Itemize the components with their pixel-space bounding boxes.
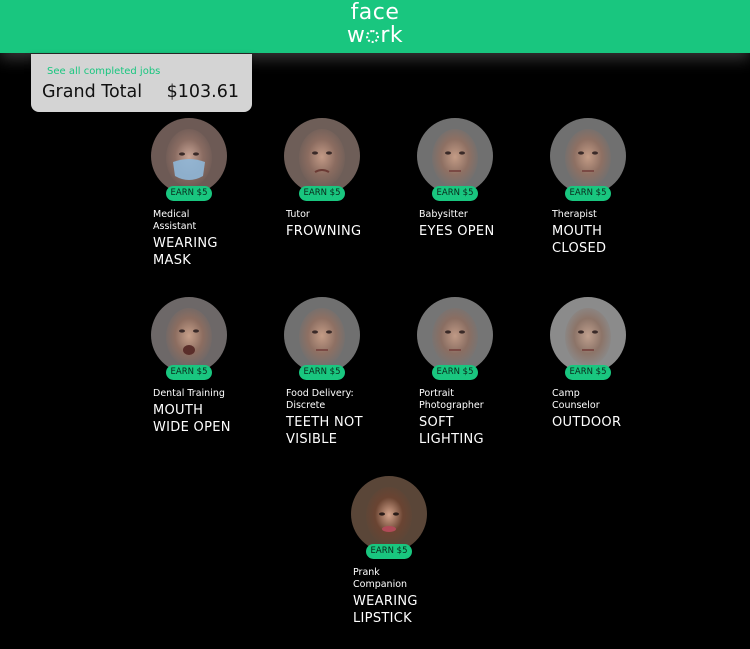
job-card[interactable]: EARN $5 Food Delivery: Discrete TEETH NOT VI… — [284, 297, 404, 467]
job-title: Prank Companion — [353, 567, 465, 591]
job-requirement-line: LIGHTING — [419, 431, 484, 447]
job-title: Therapist — [552, 209, 664, 221]
job-title: Dental Training — [153, 388, 265, 400]
job-requirement-line: WEARING — [153, 236, 218, 251]
job-requirement: WEARING MASK — [153, 236, 265, 269]
earn-badge[interactable]: EARN $5 — [565, 365, 611, 380]
face-photo — [151, 118, 227, 194]
job-requirement-line: SOFT — [419, 415, 454, 430]
logo-word-face: face — [350, 0, 400, 25]
job-title-line: Counselor — [552, 400, 600, 411]
job-title: Medical Assistant — [153, 209, 265, 233]
logo-rk: rk — [380, 23, 404, 48]
job-card[interactable]: EARN $5 Camp Counselor OUTDOOR — [550, 297, 670, 467]
job-requirement-line: WIDE OPEN — [153, 419, 231, 435]
job-requirement-line: MOUTH — [153, 403, 204, 418]
face-photo — [351, 476, 427, 552]
job-requirement: MOUTH WIDE OPEN — [153, 403, 265, 436]
job-title-line: Discrete — [286, 400, 326, 411]
face-photo — [550, 118, 626, 194]
job-title-line: Medical — [153, 209, 190, 220]
job-title: Portrait Photographer — [419, 388, 531, 412]
face-photo — [151, 297, 227, 373]
job-requirement-line: VISIBLE — [286, 431, 338, 447]
grand-total-card: See all completed jobs Grand Total $103.… — [31, 54, 252, 112]
earn-badge[interactable]: EARN $5 — [432, 365, 478, 380]
face-photo — [417, 297, 493, 373]
earn-badge[interactable]: EARN $5 — [432, 186, 478, 201]
face-photo — [550, 297, 626, 373]
job-requirement: SOFT LIGHTING — [419, 415, 531, 448]
app-root: face w rk See all completed jobs Grand To… — [0, 0, 750, 649]
job-title-line: Photographer — [419, 400, 484, 411]
job-title-line: Babysitter — [419, 209, 468, 220]
job-title-line: Therapist — [552, 209, 597, 220]
job-requirement-line: CLOSED — [552, 240, 607, 256]
job-requirement-line: MOUTH — [552, 224, 603, 239]
job-title: Tutor — [286, 209, 398, 221]
job-requirement-line: LIPSTICK — [353, 610, 412, 626]
job-title-line: Prank — [353, 567, 380, 578]
logo-dotted-o-icon — [366, 30, 380, 43]
job-requirement: TEETH NOT VISIBLE — [286, 415, 398, 448]
job-requirement: MOUTH CLOSED — [552, 224, 664, 257]
job-card[interactable]: EARN $5 Medical Assistant WEARING MASK — [151, 118, 271, 288]
job-card[interactable]: EARN $5 Dental Training MOUTH WIDE OPEN — [151, 297, 271, 467]
face-photo — [284, 118, 360, 194]
earn-badge[interactable]: EARN $5 — [166, 365, 212, 380]
job-title-line: Portrait — [419, 388, 454, 399]
job-title-line: Companion — [353, 579, 408, 590]
job-title: Camp Counselor — [552, 388, 664, 412]
job-title-line: Assistant — [153, 221, 197, 232]
job-card[interactable]: EARN $5 Tutor FROWNING — [284, 118, 404, 288]
job-card[interactable]: EARN $5 Portrait Photographer SOFT LIGHTING — [417, 297, 537, 467]
grand-total-value: $103.61 — [166, 82, 239, 102]
logo-w: w — [346, 23, 366, 48]
header-bar: face w rk — [0, 0, 750, 53]
job-card[interactable]: EARN $5 Prank Companion WEARING LIPSTICK — [351, 476, 471, 646]
job-requirement-line: MASK — [153, 252, 192, 268]
job-title-line: Camp — [552, 388, 580, 399]
job-requirement: OUTDOOR — [552, 415, 664, 432]
job-title-line: Tutor — [286, 209, 310, 220]
job-card[interactable]: EARN $5 Babysitter EYES OPEN — [417, 118, 537, 288]
job-title: Food Delivery: Discrete — [286, 388, 398, 412]
job-title-line: Dental Training — [153, 388, 225, 399]
job-requirement-line: EYES OPEN — [419, 224, 495, 239]
job-requirement-line: WEARING — [353, 594, 418, 609]
job-card[interactable]: EARN $5 Therapist MOUTH CLOSED — [550, 118, 670, 288]
earn-badge[interactable]: EARN $5 — [299, 365, 345, 380]
earn-badge[interactable]: EARN $5 — [565, 186, 611, 201]
face-photo — [417, 118, 493, 194]
job-requirement-line: TEETH NOT — [286, 415, 363, 430]
see-all-completed-jobs-link[interactable]: See all completed jobs — [47, 66, 160, 77]
face-photo — [284, 297, 360, 373]
job-requirement: WEARING LIPSTICK — [353, 594, 465, 627]
job-requirement: FROWNING — [286, 224, 398, 241]
earn-badge[interactable]: EARN $5 — [166, 186, 212, 201]
logo-word-work: w rk — [0, 25, 750, 47]
job-title-line: Food Delivery: — [286, 388, 354, 399]
job-requirement: EYES OPEN — [419, 224, 531, 241]
earn-badge[interactable]: EARN $5 — [299, 186, 345, 201]
job-requirement-line: OUTDOOR — [552, 415, 622, 430]
earn-badge[interactable]: EARN $5 — [366, 544, 412, 559]
job-title: Babysitter — [419, 209, 531, 221]
grand-total-label: Grand Total — [42, 82, 143, 102]
job-requirement-line: FROWNING — [286, 224, 362, 239]
